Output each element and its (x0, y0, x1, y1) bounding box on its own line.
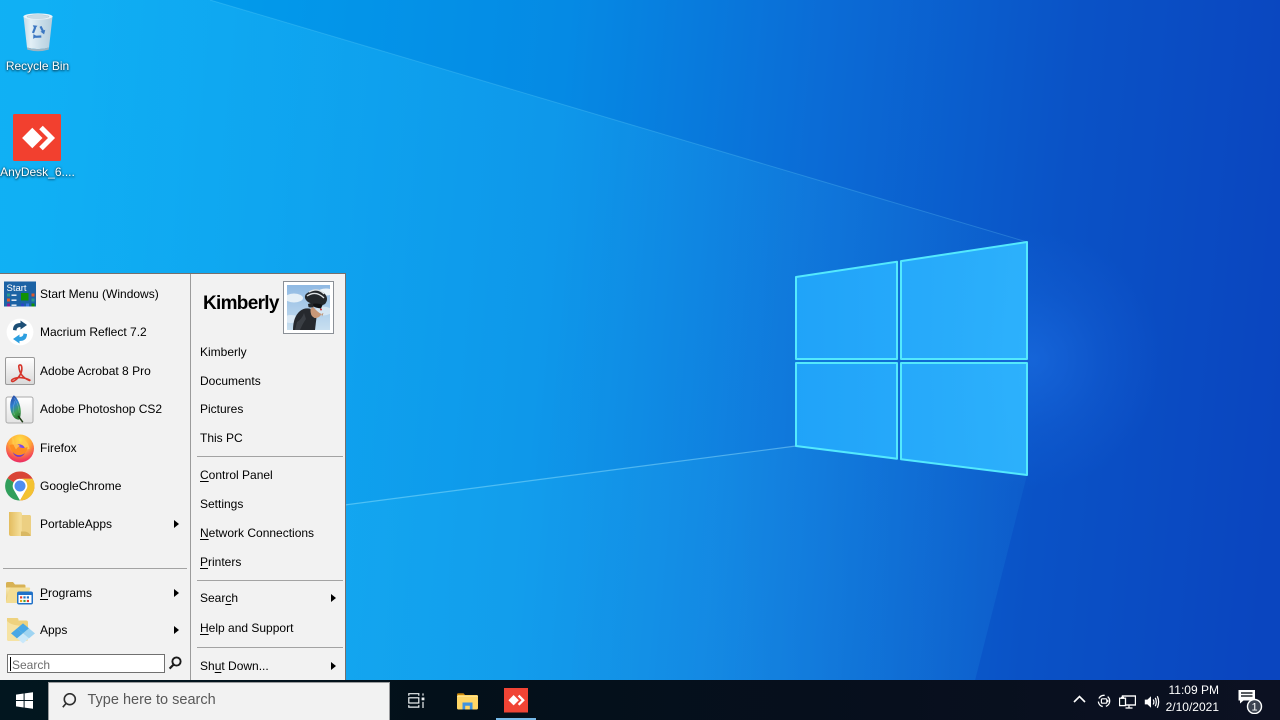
svg-text:1: 1 (1251, 702, 1257, 714)
svg-text:Start: Start (7, 283, 27, 294)
